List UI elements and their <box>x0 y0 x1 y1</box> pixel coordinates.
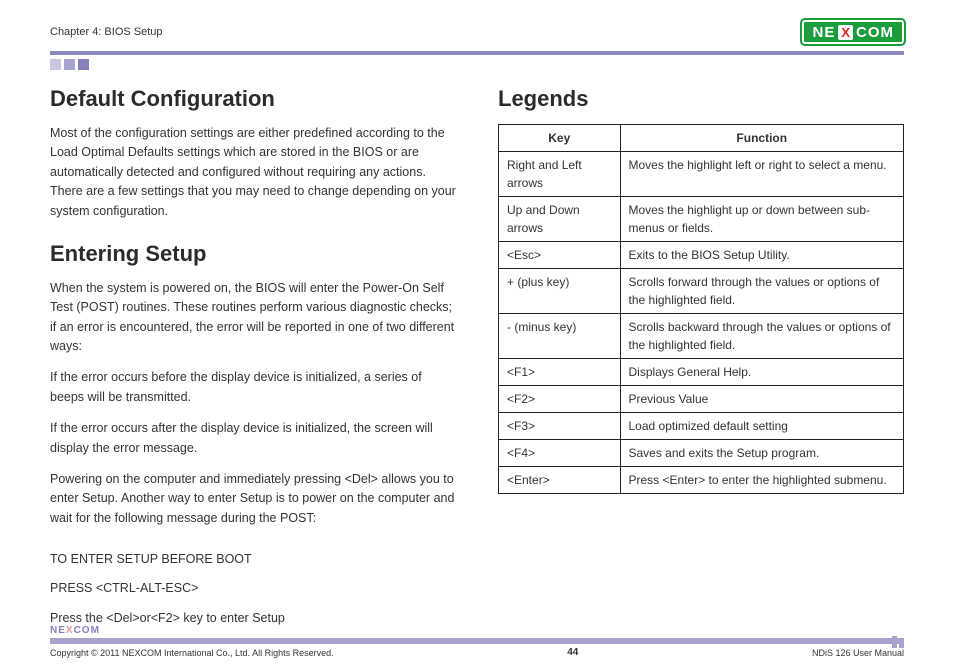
cell-function: Scrolls backward through the values or o… <box>620 314 904 359</box>
th-key: Key <box>499 125 621 152</box>
cell-function: Press <Enter> to enter the highlighted s… <box>620 467 904 494</box>
copyright-text: Copyright © 2011 NEXCOM International Co… <box>50 648 334 658</box>
cell-function: Moves the highlight up or down between s… <box>620 197 904 242</box>
manual-name: NDiS 126 User Manual <box>812 648 904 658</box>
table-row: <F3>Load optimized default setting <box>499 413 904 440</box>
setup-instructions: TO ENTER SETUP BEFORE BOOT PRESS <CTRL-A… <box>50 550 456 628</box>
right-column: Legends Key Function Right and Left arro… <box>498 86 904 638</box>
table-row: <Esc>Exits to the BIOS Setup Utility. <box>499 242 904 269</box>
content-columns: Default Configuration Most of the config… <box>50 86 904 638</box>
square-icon <box>78 59 89 70</box>
cell-key: <F3> <box>499 413 621 440</box>
heading-legends: Legends <box>498 86 904 112</box>
legends-table: Key Function Right and Left arrowsMoves … <box>498 124 904 494</box>
nexcom-logo: NE X COM <box>802 20 904 44</box>
table-row: - (minus key)Scrolls backward through th… <box>499 314 904 359</box>
logo-x-icon: X <box>838 25 853 40</box>
cell-function: Displays General Help. <box>620 359 904 386</box>
cell-key: Up and Down arrows <box>499 197 621 242</box>
heading-default-config: Default Configuration <box>50 86 456 112</box>
setup-line: TO ENTER SETUP BEFORE BOOT <box>50 550 456 569</box>
table-header-row: Key Function <box>499 125 904 152</box>
table-row: + (plus key)Scrolls forward through the … <box>499 269 904 314</box>
cell-function: Saves and exits the Setup program. <box>620 440 904 467</box>
paragraph: If the error occurs before the display d… <box>50 368 456 407</box>
footer-logo: NEXCOM <box>50 625 904 636</box>
chapter-label: Chapter 4: BIOS Setup <box>50 26 163 38</box>
legends-tbody: Right and Left arrowsMoves the highlight… <box>499 152 904 494</box>
cell-function: Exits to the BIOS Setup Utility. <box>620 242 904 269</box>
table-row: <F2>Previous Value <box>499 386 904 413</box>
setup-line: PRESS <CTRL-ALT-ESC> <box>50 579 456 598</box>
logo-text-right: COM <box>856 24 894 41</box>
footer-logo-right: COM <box>74 625 100 636</box>
heading-entering-setup: Entering Setup <box>50 241 456 267</box>
page-header: Chapter 4: BIOS Setup NE X COM <box>50 20 904 48</box>
footer-logo-left: NE <box>50 625 66 636</box>
cell-function: Moves the highlight left or right to sel… <box>620 152 904 197</box>
footer-rule <box>50 638 904 644</box>
table-row: Right and Left arrowsMoves the highlight… <box>499 152 904 197</box>
square-icon <box>50 59 61 70</box>
cell-function: Previous Value <box>620 386 904 413</box>
cell-function: Scrolls forward through the values or op… <box>620 269 904 314</box>
paragraph: Powering on the computer and immediately… <box>50 470 456 528</box>
th-function: Function <box>620 125 904 152</box>
cell-key: <F4> <box>499 440 621 467</box>
table-row: <Enter>Press <Enter> to enter the highli… <box>499 467 904 494</box>
cell-key: - (minus key) <box>499 314 621 359</box>
footer-logo-x-icon: X <box>66 625 74 636</box>
cell-key: <F2> <box>499 386 621 413</box>
cell-key: <F1> <box>499 359 621 386</box>
left-column: Default Configuration Most of the config… <box>50 86 456 638</box>
header-rule <box>50 51 904 55</box>
footer-row: Copyright © 2011 NEXCOM International Co… <box>50 647 904 658</box>
paragraph: If the error occurs after the display de… <box>50 419 456 458</box>
table-row: <F4>Saves and exits the Setup program. <box>499 440 904 467</box>
table-row: Up and Down arrowsMoves the highlight up… <box>499 197 904 242</box>
square-icon <box>64 59 75 70</box>
cell-key: <Enter> <box>499 467 621 494</box>
cell-key: + (plus key) <box>499 269 621 314</box>
paragraph: When the system is powered on, the BIOS … <box>50 279 456 357</box>
footer-decorative-squares <box>892 636 904 648</box>
cell-key: Right and Left arrows <box>499 152 621 197</box>
logo-text-left: NE <box>812 24 835 41</box>
page-number: 44 <box>567 647 578 658</box>
page-content: Chapter 4: BIOS Setup NE X COM Default C… <box>0 0 954 638</box>
paragraph: Most of the configuration settings are e… <box>50 124 456 221</box>
page-footer: NEXCOM Copyright © 2011 NEXCOM Internati… <box>50 625 904 658</box>
decorative-squares <box>50 59 904 70</box>
cell-key: <Esc> <box>499 242 621 269</box>
cell-function: Load optimized default setting <box>620 413 904 440</box>
table-row: <F1>Displays General Help. <box>499 359 904 386</box>
